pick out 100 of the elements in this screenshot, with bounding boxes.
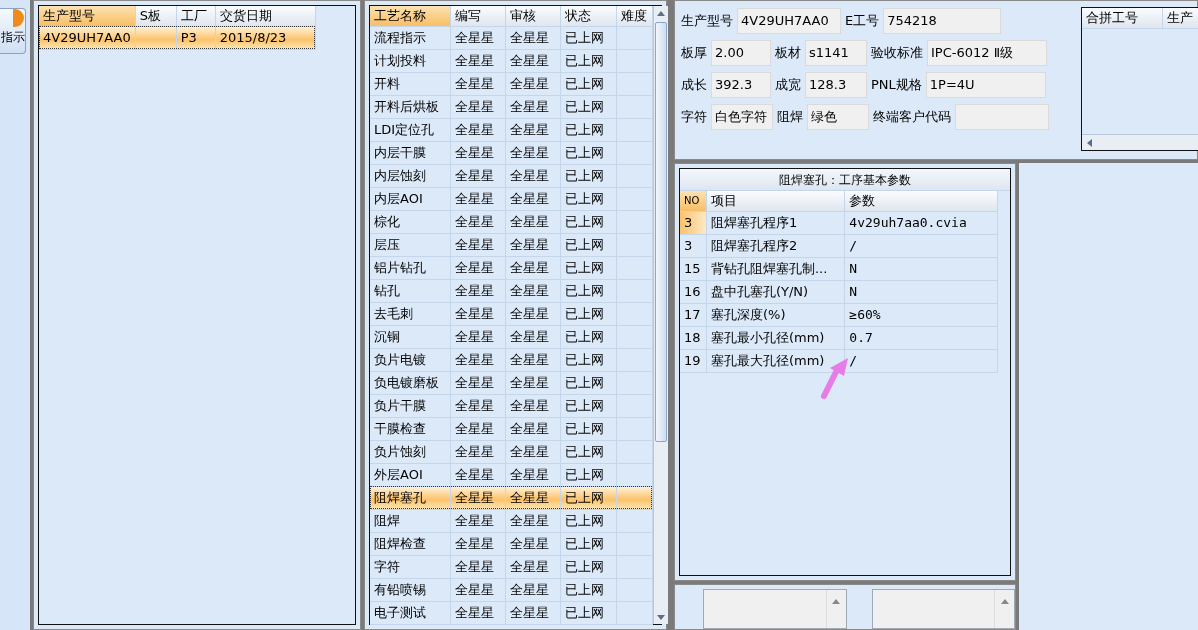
column-header[interactable]: 生产型号 [39,6,136,26]
table-cell: 字符 [374,558,400,574]
table-row[interactable]: 4V29UH7AA0 P3 2015/8/23 [39,26,316,49]
table-cell: 已上网 [564,98,604,114]
table-cell: 全星星 [454,167,494,183]
table-row[interactable]: 18 塞孔最小孔径(mm) 0.7 [680,326,998,349]
table-cell: 已上网 [564,397,604,413]
table-row[interactable]: 负片干膜 全星星 全星星 已上网 [370,394,652,417]
column-header[interactable]: 工厂 [176,6,216,26]
column-header[interactable]: 难度 [616,6,652,26]
field-label: 终端客户代码 [872,108,952,127]
table-cell: 全星星 [454,259,494,275]
text-field[interactable]: 2.00 [711,40,771,66]
table-cell: 全星星 [509,466,549,482]
table-cell: 电子测试 [374,604,426,620]
column-header[interactable]: 项目 [706,191,845,211]
text-field[interactable]: 128.3 [805,72,867,98]
column-header[interactable]: 合拼工号 [1082,8,1162,28]
horizontal-scrollbar[interactable] [1082,134,1198,150]
table-cell: 全星星 [509,328,549,344]
column-header[interactable]: 编写 [450,6,505,26]
list-box[interactable] [871,589,1015,629]
table-row[interactable]: 负电镀磨板 全星星 全星星 已上网 [370,371,652,394]
table-cell: 已上网 [564,236,604,252]
field-label: 生产型号 [680,12,734,31]
scrollbar-thumb[interactable] [654,22,667,442]
table-row[interactable]: 计划投料 全星星 全星星 已上网 [370,49,652,72]
table-row[interactable]: 3 阻焊塞孔程序1 4v29uh7aa0.cvia [680,211,998,234]
table-cell: 阻焊塞孔程序1 [710,214,798,230]
table-cell: 已上网 [564,328,604,344]
text-field[interactable]: 绿色 [807,104,869,130]
table-row[interactable]: 流程指示 全星星 全星星 已上网 [370,26,652,49]
table-row[interactable]: 钻孔 全星星 全星星 已上网 [370,279,652,302]
table-row[interactable]: 沉铜 全星星 全星星 已上网 [370,325,652,348]
table-cell: 负电镀磨板 [374,374,439,390]
table-row[interactable]: 开料 全星星 全星星 已上网 [370,72,652,95]
table-cell: 计划投料 [374,52,426,68]
table-cell: 干膜检查 [374,420,426,436]
table-row[interactable]: 阻焊塞孔 全星星 全星星 已上网 [370,486,652,509]
table-row[interactable]: 阻焊检查 全星星 全星星 已上网 [370,532,652,555]
side-button[interactable]: 指示 [0,8,26,54]
text-field[interactable]: 392.3 [711,72,771,98]
table-cell: 阻焊塞孔程序2 [710,237,798,253]
table-row[interactable]: 3 阻焊塞孔程序2 / [680,234,998,257]
column-header[interactable]: 审核 [505,6,560,26]
table-cell: 已上网 [564,558,604,574]
table-row[interactable]: 字符 全星星 全星星 已上网 [370,555,652,578]
table-cell: 外层AOI [374,466,423,482]
column-header[interactable]: NO [680,191,707,211]
table-cell: 内层干膜 [374,144,426,160]
table-cell: 已上网 [564,604,604,620]
table-row[interactable]: 16 盘中孔塞孔(Y/N) N [680,280,998,303]
text-field[interactable] [955,104,1049,130]
column-header[interactable]: 工艺名称 [370,6,450,26]
field-label: 板材 [774,44,802,63]
table-cell: 全星星 [454,213,494,229]
table-row[interactable]: 干膜检查 全星星 全星星 已上网 [370,417,652,440]
column-header[interactable]: 状态 [560,6,616,26]
table-row[interactable]: 去毛刺 全星星 全星星 已上网 [370,302,652,325]
table-row[interactable]: 内层干膜 全星星 全星星 已上网 [370,141,652,164]
text-field[interactable]: s1141 [805,40,867,66]
table-cell: 全星星 [454,236,494,252]
table-row[interactable]: 外层AOI 全星星 全星星 已上网 [370,463,652,486]
text-field[interactable]: 1P=4U [925,72,1046,98]
table-row[interactable]: 有铅喷锡 全星星 全星星 已上网 [370,578,652,601]
table-cell: 19 [684,352,701,368]
text-field[interactable]: IPC-6012 Ⅱ级 [927,40,1047,66]
table-row[interactable]: 铝片钻孔 全星星 全星星 已上网 [370,256,652,279]
table-row[interactable]: 开料后烘板 全星星 全星星 已上网 [370,95,652,118]
table-cell: 全星星 [509,282,549,298]
table-row[interactable]: 17 塞孔深度(%) ≥60% [680,303,998,326]
table-cell: 全星星 [454,374,494,390]
table-row[interactable]: 内层蚀刻 全星星 全星星 已上网 [370,164,652,187]
table-row[interactable]: 15 背钻孔阻焊塞孔制... N [680,257,998,280]
table-cell: 全星星 [509,581,549,597]
table-cell: 全星星 [509,75,549,91]
table-cell: 全星星 [509,443,549,459]
table-row[interactable]: 内层AOI 全星星 全星星 已上网 [370,187,652,210]
list-box[interactable] [703,589,847,629]
table-row[interactable]: 负片电镀 全星星 全星星 已上网 [370,348,652,371]
column-header[interactable]: 交货日期 [215,6,316,26]
text-field[interactable]: 4V29UH7AA0 [737,8,841,34]
table-row[interactable]: 电子测试 全星星 全星星 已上网 [370,601,652,624]
table-row[interactable]: 负片蚀刻 全星星 全星星 已上网 [370,440,652,463]
table-cell: 全星星 [454,98,494,114]
column-header[interactable]: S板 [135,6,177,26]
scroll-up-icon[interactable] [832,598,840,604]
table-cell: 已上网 [564,305,604,321]
text-field[interactable]: 754218 [883,8,1002,34]
column-header[interactable]: 生产 [1162,8,1198,28]
table-row[interactable]: 棕化 全星星 全星星 已上网 [370,210,652,233]
table-cell: 18 [684,329,701,345]
table-row[interactable]: LDI定位孔 全星星 全星星 已上网 [370,118,652,141]
table-row[interactable]: 阻焊 全星星 全星星 已上网 [370,509,652,532]
table-row[interactable]: 层压 全星星 全星星 已上网 [370,233,652,256]
text-field[interactable]: 白色字符 [711,104,773,130]
table-cell: 全星星 [454,535,494,551]
column-header[interactable]: 参数 [844,191,998,211]
scroll-up-icon[interactable] [1000,598,1009,604]
table-cell: 全星星 [509,29,549,45]
